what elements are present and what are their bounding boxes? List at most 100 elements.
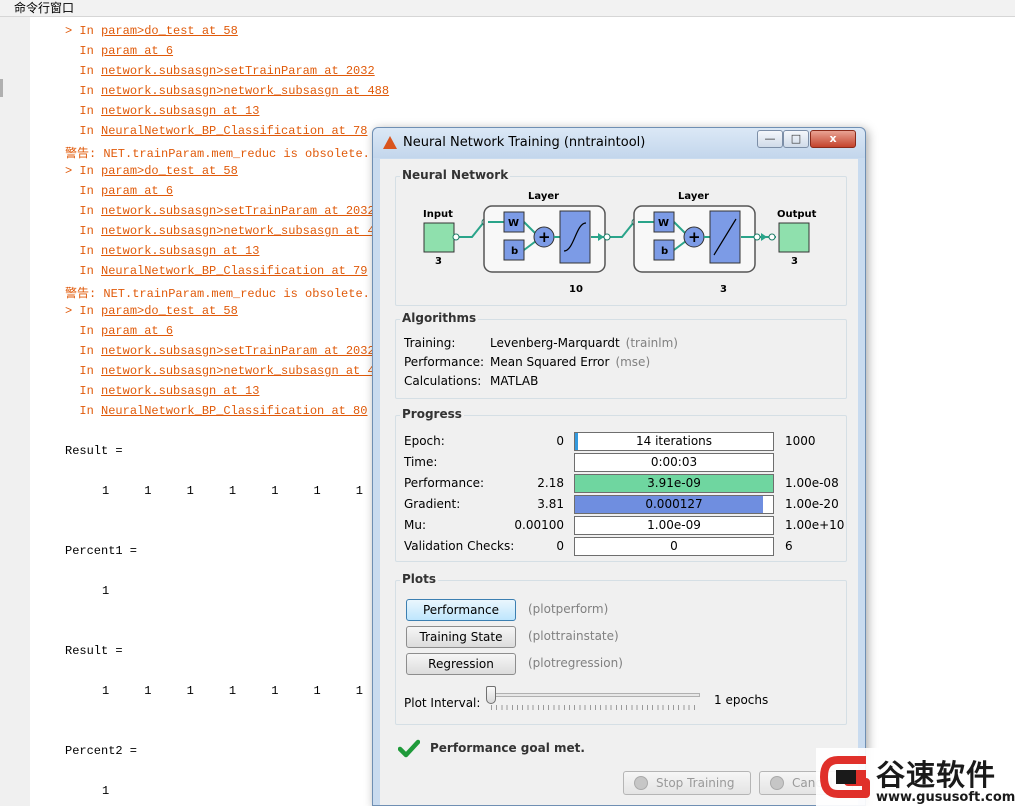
result-value: 1 xyxy=(313,484,321,498)
output-node xyxy=(768,233,776,241)
regression-plot-button[interactable]: Regression xyxy=(406,653,516,675)
stack-trace-line: > In param>do_test at 58 xyxy=(65,164,238,184)
stack-trace-line: In param at 6 xyxy=(65,44,173,64)
command-window-gutter xyxy=(0,17,30,806)
plot-interval-slider-ticks xyxy=(491,705,699,710)
result-value: 1 xyxy=(144,684,152,698)
progress-label: Mu: xyxy=(404,518,427,532)
stack-trace-link[interactable]: param at 6 xyxy=(101,44,173,58)
arrow-icon xyxy=(761,233,767,241)
progress-current-value: 0.000127 xyxy=(645,497,703,511)
algorithm-key: Calculations: xyxy=(404,374,482,388)
result-value: 1 xyxy=(186,484,194,498)
algorithm-function: (mse) xyxy=(615,355,651,369)
plot-interval-slider-thumb[interactable] xyxy=(486,686,496,704)
stack-trace-link[interactable]: network.subsasgn at 13 xyxy=(101,244,259,258)
stack-trace-link[interactable]: network.subsasgn>network_subsasgn at 488 xyxy=(101,84,389,98)
stack-trace-link[interactable]: NeuralNetwork_BP_Classification at 80 xyxy=(101,404,367,418)
stack-trace-line: In network.subsasgn>setTrainParam at 203… xyxy=(65,64,375,84)
layer2-label: Layer xyxy=(678,191,709,202)
minimize-button[interactable]: — xyxy=(757,130,783,148)
progress-label: Time: xyxy=(404,455,438,469)
progress-start-value: 0.00100 xyxy=(514,518,564,532)
group-title-algorithms: Algorithms xyxy=(400,311,479,325)
stack-trace-prefix: In xyxy=(65,344,102,358)
stack-trace-link[interactable]: network.subsasgn>network_subsasgn at 488 xyxy=(101,364,389,378)
window-titlebar[interactable]: Neural Network Training (nntraintool) — … xyxy=(373,128,865,158)
stack-trace-link[interactable]: param>do_test at 58 xyxy=(101,24,238,38)
stack-trace-prefix: In xyxy=(65,264,102,278)
stack-trace-line: In network.subsasgn>network_subsasgn at … xyxy=(65,364,389,384)
plots-group: Plots Performance (plotperform) Training… xyxy=(395,572,847,725)
result-value: 1 xyxy=(355,484,363,498)
watermark: 谷速软件 www.gususoft.com xyxy=(816,748,1015,806)
stack-trace-line: > In param>do_test at 58 xyxy=(65,304,238,324)
stack-trace-link[interactable]: param>do_test at 58 xyxy=(101,164,238,178)
watermark-text: 谷速软件 xyxy=(876,758,997,792)
stack-trace-line: In param at 6 xyxy=(65,184,173,204)
result-value: 1 xyxy=(355,684,363,698)
progress-start-value: 0 xyxy=(556,434,564,448)
progress-bar: 14 iterations xyxy=(574,432,774,451)
stack-trace-link[interactable]: network.subsasgn>setTrainParam at 2032 xyxy=(101,204,375,218)
layer1-label: Layer xyxy=(528,191,559,202)
result-value: 1 xyxy=(102,784,110,798)
warning-message: 警告: NET.trainParam.mem_reduc is obsolete… xyxy=(65,287,414,301)
gutter-marker xyxy=(0,79,3,97)
progress-current-value: 0:00:03 xyxy=(650,455,698,469)
stack-trace-link[interactable]: param>do_test at 58 xyxy=(101,304,238,318)
result-value: 1 xyxy=(271,484,279,498)
progress-current-value: 14 iterations xyxy=(635,434,713,448)
stack-trace-link[interactable]: network.subsasgn at 13 xyxy=(101,384,259,398)
progress-label: Validation Checks: xyxy=(404,539,515,553)
progress-target-value: 1.00e+10 xyxy=(785,518,845,532)
stack-trace-link[interactable]: NeuralNetwork_BP_Classification at 78 xyxy=(101,124,367,138)
stack-trace-link[interactable]: param at 6 xyxy=(101,184,173,198)
stack-trace-line: In network.subsasgn at 13 xyxy=(65,244,259,264)
stack-trace-link[interactable]: NeuralNetwork_BP_Classification at 79 xyxy=(101,264,367,278)
result-value: 1 xyxy=(102,684,110,698)
stack-trace-line: In NeuralNetwork_BP_Classification at 79 xyxy=(65,264,367,284)
input-node xyxy=(452,233,460,241)
stack-trace-line: In network.subsasgn>network_subsasgn at … xyxy=(65,224,389,244)
stack-trace-link[interactable]: network.subsasgn>setTrainParam at 2032 xyxy=(101,64,375,78)
progress-row: Gradient: 3.81 0.000127 1.00e-20 xyxy=(404,495,844,514)
result-value: 1 xyxy=(102,484,110,498)
training-state-plot-button[interactable]: Training State xyxy=(406,626,516,648)
command-window-title: 命令行窗口 xyxy=(0,0,1015,17)
stack-trace-line: In network.subsasgn>setTrainParam at 203… xyxy=(65,204,375,224)
progress-current-value: 0 xyxy=(670,539,678,553)
stack-trace-prefix: > In xyxy=(65,304,102,318)
progress-bar: 3.91e-09 xyxy=(574,474,774,493)
progress-start-value: 0 xyxy=(556,539,564,553)
stack-trace-link[interactable]: param at 6 xyxy=(101,324,173,338)
group-title-plots: Plots xyxy=(400,572,439,586)
progress-bar: 0:00:03 xyxy=(574,453,774,472)
close-button[interactable]: x xyxy=(810,130,856,148)
stack-trace-prefix: In xyxy=(65,244,102,258)
progress-bar: 0 xyxy=(574,537,774,556)
watermark-url: www.gususoft.com xyxy=(876,790,1015,805)
training-status-message: Performance goal met. xyxy=(430,741,585,755)
stack-trace-link[interactable]: network.subsasgn at 13 xyxy=(101,104,259,118)
stack-trace-line: In network.subsasgn>setTrainParam at 203… xyxy=(65,344,375,364)
checkmark-icon xyxy=(398,739,420,758)
network-diagram: Input 3 Layer W b + 10 Layer W b + 3 Out… xyxy=(423,191,817,295)
result-value: 1 xyxy=(102,584,110,598)
output-block xyxy=(778,222,810,253)
input-size: 3 xyxy=(435,256,442,267)
stack-trace-link[interactable]: network.subsasgn>setTrainParam at 2032 xyxy=(101,344,375,358)
progress-label: Epoch: xyxy=(404,434,445,448)
stack-trace-prefix: In xyxy=(65,404,102,418)
layer1-w: W xyxy=(508,218,519,229)
gususoft-logo xyxy=(820,756,870,798)
maximize-button[interactable]: □ xyxy=(783,130,809,148)
neural-network-group: Neural Network Input 3 Layer W b + 10 La… xyxy=(395,168,847,306)
plot-interval-slider-track[interactable] xyxy=(490,693,700,697)
stack-trace-link[interactable]: network.subsasgn>network_subsasgn at 488 xyxy=(101,224,389,238)
performance-plot-button[interactable]: Performance xyxy=(406,599,516,621)
warning-message: 警告: NET.trainParam.mem_reduc is obsolete… xyxy=(65,147,414,161)
plot-function-label: (plottrainstate) xyxy=(528,629,619,643)
stack-trace-prefix: In xyxy=(65,84,102,98)
stop-training-button[interactable]: Stop Training xyxy=(623,771,751,795)
